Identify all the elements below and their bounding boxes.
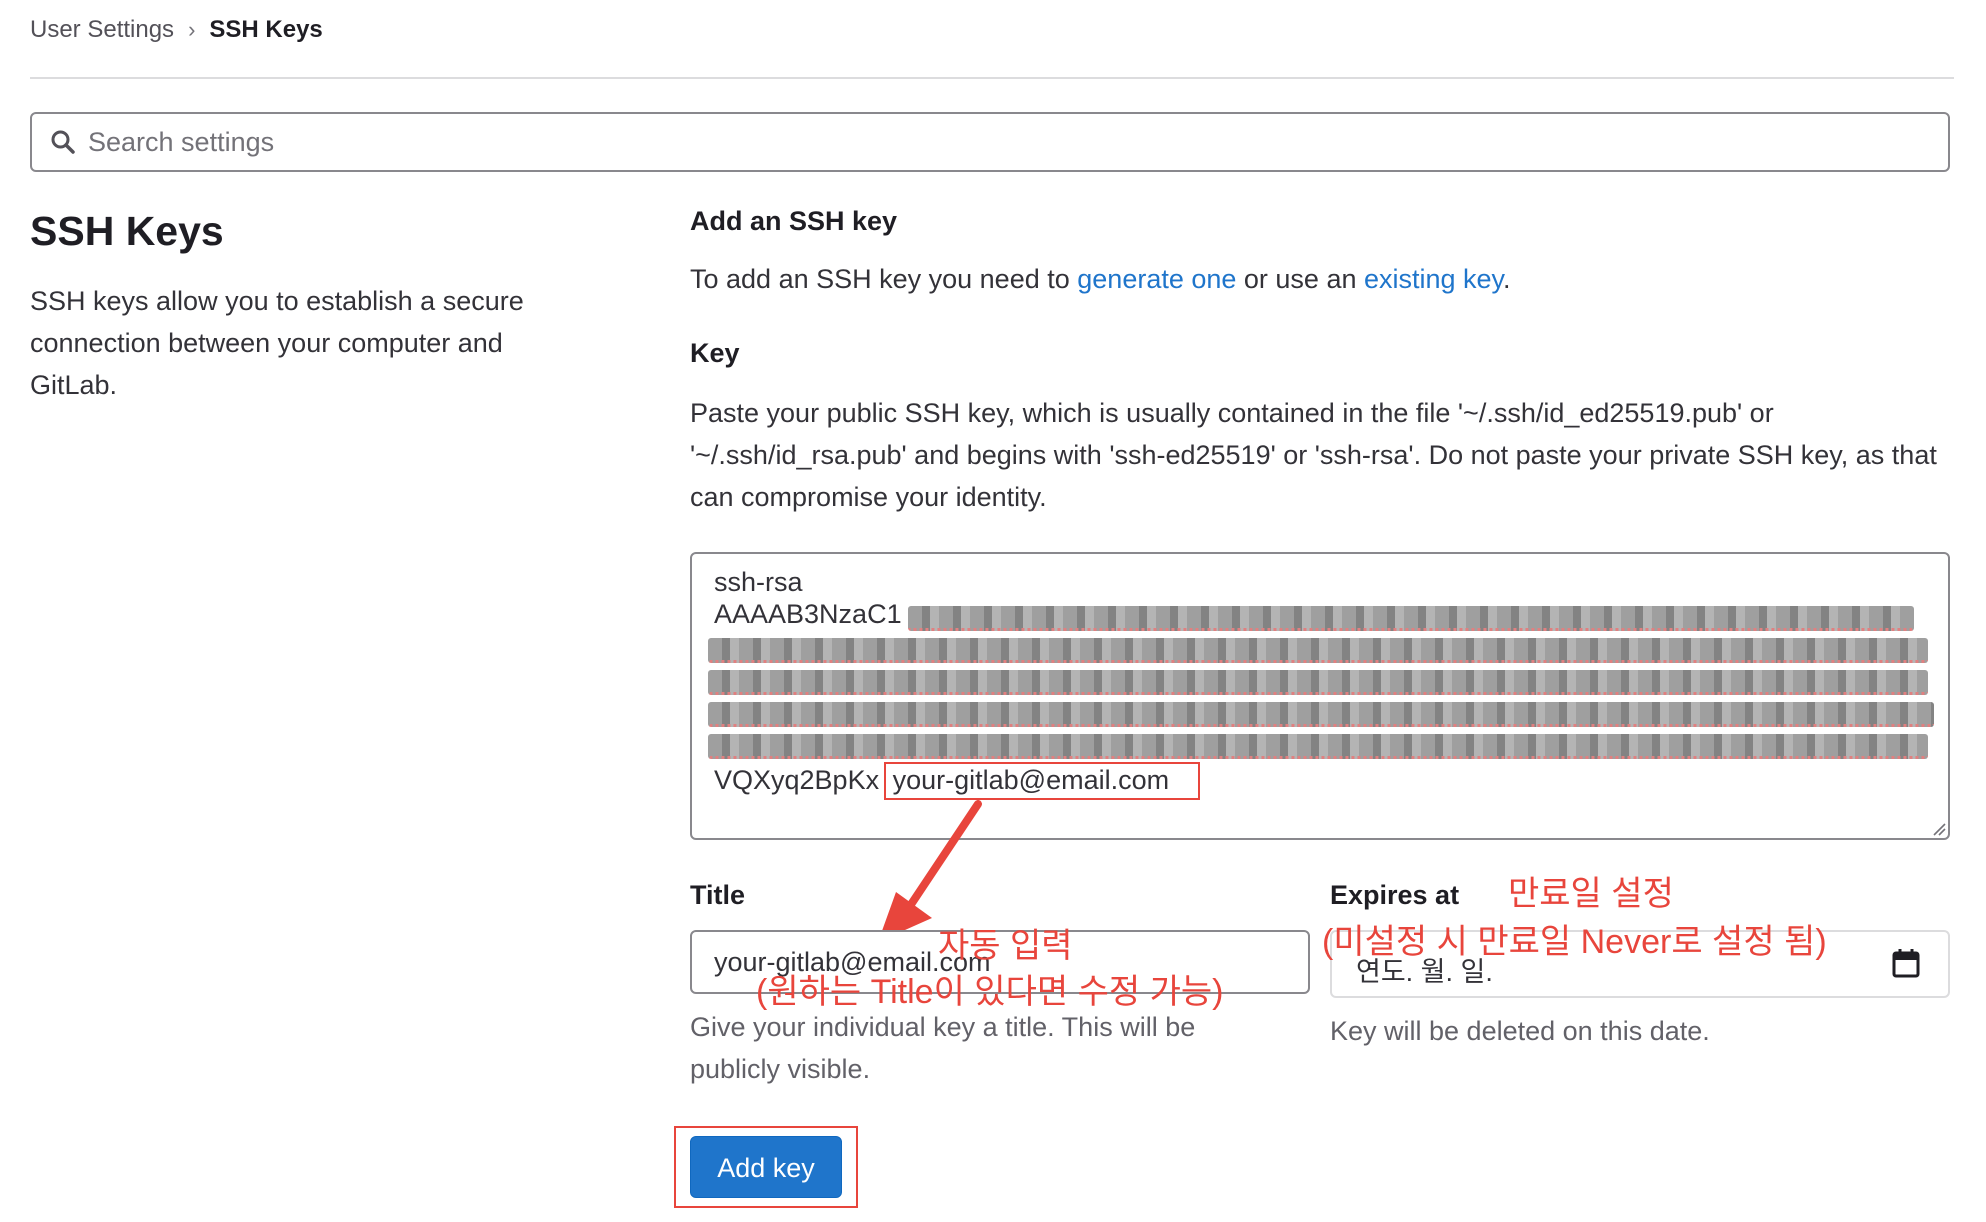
key-text-line-2: AAAAB3NzaC1 <box>714 599 902 629</box>
email-highlight-box <box>884 762 1200 800</box>
annotation-expiry-note: (미설정 시 만료일 Never로 설정 됨) <box>1322 923 1827 961</box>
intro-suffix: . <box>1503 264 1511 294</box>
annotation-auto-fill: 자동 입력 <box>938 927 1073 965</box>
resize-handle-icon[interactable] <box>1932 822 1946 836</box>
key-textarea[interactable] <box>690 552 1950 840</box>
search-input[interactable] <box>86 125 1890 159</box>
breadcrumb-user-settings[interactable]: User Settings <box>30 16 174 44</box>
redacted-key-row <box>708 638 1928 663</box>
key-help: Paste your public SSH key, which is usua… <box>690 398 1937 512</box>
search-bar[interactable] <box>30 112 1950 172</box>
page-title: SSH Keys <box>30 208 224 254</box>
add-key-button[interactable]: Add key <box>690 1136 842 1198</box>
divider <box>30 77 1954 79</box>
annotation-expiry: 만료일 설정 <box>1508 875 1674 913</box>
expires-help: Key will be deleted on this date. <box>1330 1016 1710 1046</box>
breadcrumb-current: SSH Keys <box>209 16 323 43</box>
key-text-line-1: ssh-rsa <box>714 567 803 597</box>
redacted-key-row <box>708 734 1928 759</box>
redacted-key-row <box>908 606 1914 631</box>
existing-key-link[interactable]: existing key <box>1364 264 1503 294</box>
redacted-key-row <box>708 670 1928 695</box>
key-text-tail: VQXyq2BpKx <box>714 765 880 795</box>
redacted-key-row <box>708 702 1934 727</box>
title-help: Give your individual key a title. This w… <box>690 1012 1196 1084</box>
form-heading: Add an SSH key <box>690 206 898 236</box>
title-label: Title <box>690 880 746 910</box>
section-description: SSH keys allow you to establish a secure… <box>30 286 524 400</box>
generate-one-link[interactable]: generate one <box>1077 264 1236 294</box>
intro-prefix: To add an SSH key you need to <box>690 264 1078 294</box>
calendar-icon[interactable] <box>1892 948 1920 978</box>
form-intro: To add an SSH key you need to generate o… <box>690 264 1511 295</box>
chevron-right-icon: › <box>188 17 196 42</box>
intro-middle: or use an <box>1236 264 1364 294</box>
expires-label: Expires at <box>1330 880 1460 910</box>
key-label: Key <box>690 338 740 368</box>
breadcrumb: User Settings › SSH Keys <box>30 16 323 44</box>
search-icon <box>51 130 75 154</box>
annotation-auto-fill-note: (원하는 Title이 있다면 수정 가능) <box>756 973 1224 1011</box>
